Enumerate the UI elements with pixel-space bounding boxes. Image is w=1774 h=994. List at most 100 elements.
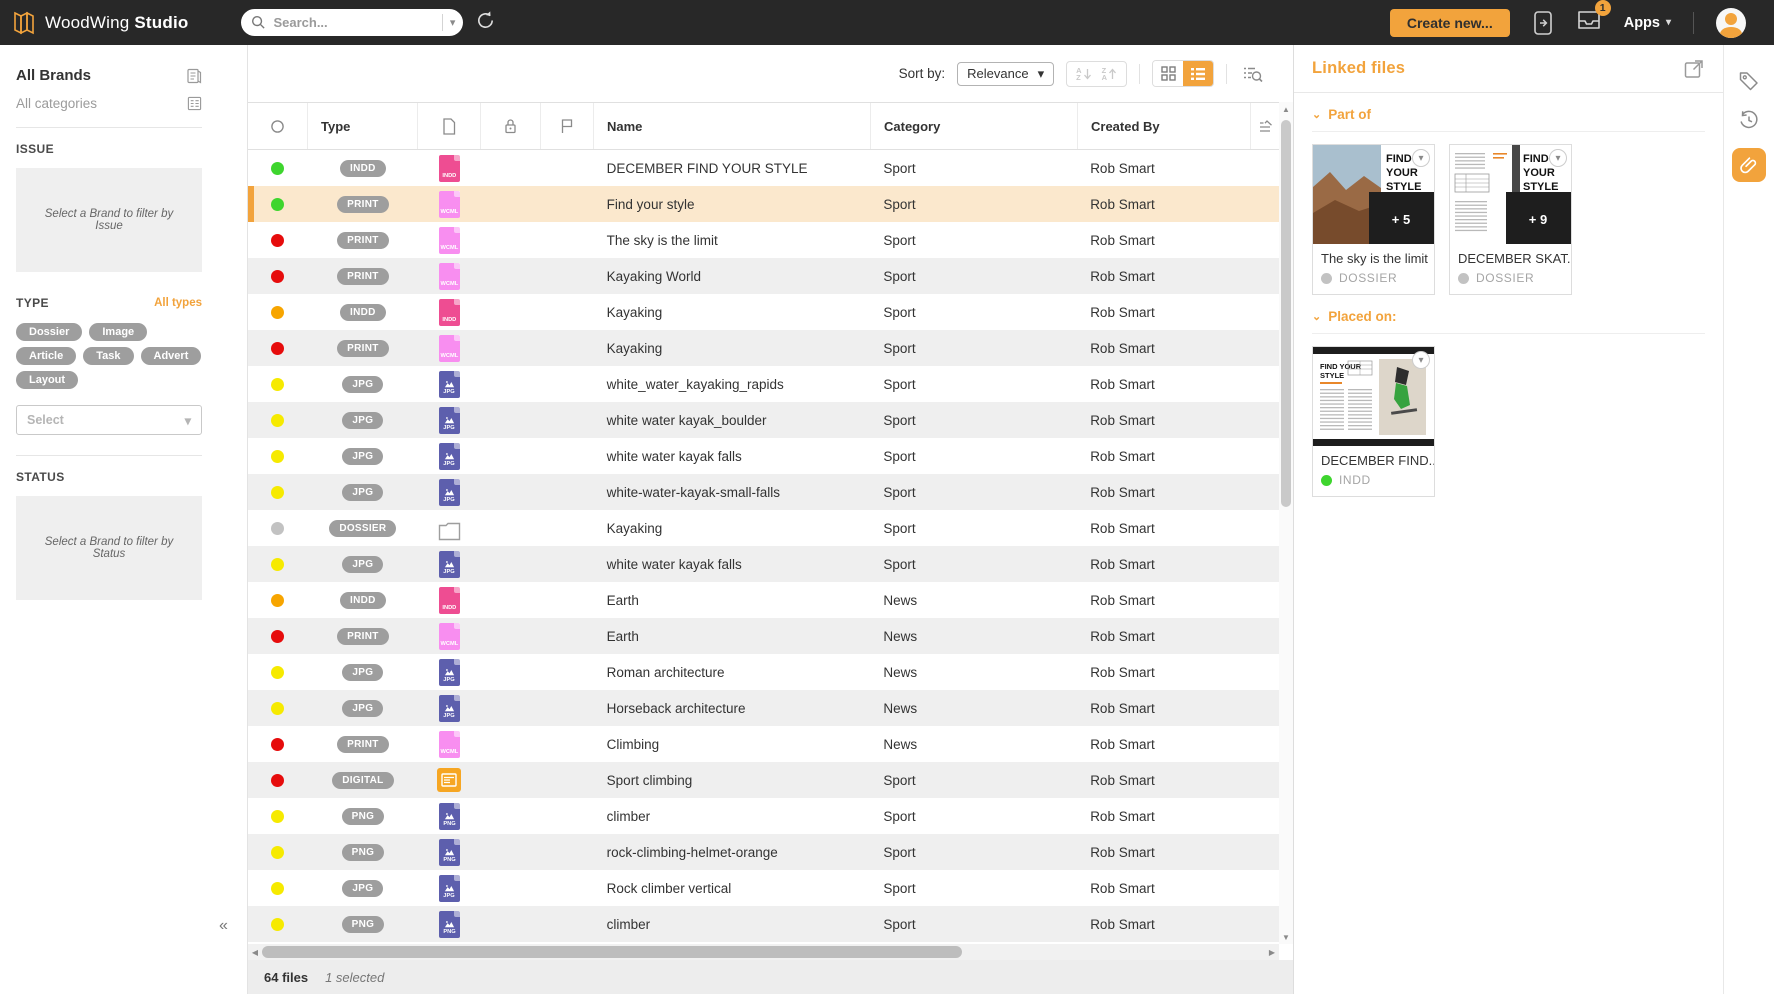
table-row[interactable]: INDDINDDEarthNewsRob Smart xyxy=(248,582,1279,618)
all-types-link[interactable]: All types xyxy=(154,297,202,309)
type-badge: PRINT xyxy=(337,268,389,285)
linked-file-card[interactable]: FINDYOURSTYLESUSAN+ 5▾The sky is the lim… xyxy=(1312,144,1435,295)
type-badge: DIGITAL xyxy=(332,772,393,789)
scroll-right-arrow[interactable]: ▶ xyxy=(1265,948,1279,957)
search-input[interactable] xyxy=(273,15,437,30)
file-name: Climbing xyxy=(594,737,871,752)
history-panel-button[interactable] xyxy=(1738,109,1760,131)
file-category: Sport xyxy=(870,809,1077,824)
table-row[interactable]: PRINTWCMLEarthNewsRob Smart xyxy=(248,618,1279,654)
grid-view-button[interactable] xyxy=(1153,61,1183,86)
table-row[interactable]: PRINTWCMLKayakingSportRob Smart xyxy=(248,330,1279,366)
section-placed-on[interactable]: ⌄ Placed on: xyxy=(1312,309,1705,324)
file-name: Kayaking xyxy=(594,341,871,356)
card-title: DECEMBER FIND... xyxy=(1313,446,1434,471)
linked-file-card[interactable]: FINDYOURSTYLESUSAN+ 9▾DECEMBER SKAT...DO… xyxy=(1449,144,1572,295)
file-name: Earth xyxy=(594,629,871,644)
table-row[interactable]: PNGPNGrock-climbing-helmet-orangeSportRo… xyxy=(248,834,1279,870)
vertical-scrollbar[interactable]: ▲ ▼ xyxy=(1279,102,1293,944)
search-box[interactable]: ▾ xyxy=(241,9,463,36)
scroll-left-arrow[interactable]: ◀ xyxy=(248,948,262,957)
file-name: Kayaking World xyxy=(594,269,871,284)
card-status-dot xyxy=(1321,273,1332,284)
wcml-file-icon: WCML xyxy=(439,263,460,290)
table-row[interactable]: PRINTWCMLFind your styleSportRob Smart xyxy=(248,186,1279,222)
table-row[interactable]: PRINTWCMLThe sky is the limitSportRob Sm… xyxy=(248,222,1279,258)
card-menu-chevron[interactable]: ▾ xyxy=(1412,149,1430,167)
scroll-up-arrow[interactable]: ▲ xyxy=(1279,102,1293,116)
table-row[interactable]: JPGJPGwhite water kayak fallsSportRob Sm… xyxy=(248,546,1279,582)
table-row[interactable]: JPGJPGwhite_water_kayaking_rapidsSportRo… xyxy=(248,366,1279,402)
table-row[interactable]: JPGJPGwhite water kayak fallsSportRob Sm… xyxy=(248,438,1279,474)
open-in-new-icon[interactable] xyxy=(1683,58,1705,80)
table-row[interactable]: PNGPNGclimberSportRob Smart xyxy=(248,798,1279,834)
file-name: white_water_kayaking_rapids xyxy=(594,377,871,392)
column-created-by[interactable]: Created By xyxy=(1078,103,1251,149)
brand-icon[interactable] xyxy=(186,68,202,84)
list-view-button[interactable] xyxy=(1183,61,1213,86)
card-thumbnail[interactable]: FINDYOURSTYLESUSAN+ 9▾ xyxy=(1450,145,1571,244)
type-badge: JPG xyxy=(342,412,383,429)
type-select[interactable]: Select ▾ xyxy=(16,405,202,435)
chip-image[interactable]: Image xyxy=(89,323,147,341)
category-selector[interactable]: All categories xyxy=(16,96,97,111)
status-dot xyxy=(271,486,284,499)
sidebar-collapse-button[interactable]: « xyxy=(219,917,228,935)
column-name[interactable]: Name xyxy=(594,103,871,149)
card-thumbnail[interactable]: FIND YOURSTYLE▾ xyxy=(1313,347,1434,446)
scroll-down-arrow[interactable]: ▼ xyxy=(1279,930,1293,944)
table-row[interactable]: DIGITALSport climbingSportRob Smart xyxy=(248,762,1279,798)
indd-file-icon: INDD xyxy=(439,299,460,326)
column-type[interactable]: Type xyxy=(308,103,418,149)
chip-task[interactable]: Task xyxy=(83,347,133,365)
column-flag[interactable] xyxy=(541,103,594,149)
chip-dossier[interactable]: Dossier xyxy=(16,323,82,341)
table-row[interactable]: INDDINDDDECEMBER FIND YOUR STYLESportRob… xyxy=(248,150,1279,186)
view-toggle xyxy=(1152,60,1214,87)
sort-ascending-button[interactable]: AZ xyxy=(1076,67,1091,81)
vertical-scroll-thumb[interactable] xyxy=(1281,120,1291,507)
card-menu-chevron[interactable]: ▾ xyxy=(1412,351,1430,369)
column-settings-button[interactable] xyxy=(1251,103,1280,149)
column-category[interactable]: Category xyxy=(871,103,1078,149)
table-row[interactable]: JPGJPGwhite-water-kayak-small-fallsSport… xyxy=(248,474,1279,510)
table-row[interactable]: JPGJPGwhite water kayak_boulderSportRob … xyxy=(248,402,1279,438)
horizontal-scroll-thumb[interactable] xyxy=(262,946,962,958)
apps-menu[interactable]: Apps▾ xyxy=(1624,15,1671,31)
user-avatar[interactable] xyxy=(1716,8,1746,38)
chip-advert[interactable]: Advert xyxy=(141,347,202,365)
table-row[interactable]: JPGJPGRock climber verticalSportRob Smar… xyxy=(248,870,1279,906)
categories-icon[interactable] xyxy=(187,96,202,111)
table-row[interactable]: JPGJPGRoman architectureNewsRob Smart xyxy=(248,654,1279,690)
export-icon[interactable] xyxy=(1532,10,1554,36)
column-locked[interactable] xyxy=(481,103,541,149)
refresh-icon[interactable] xyxy=(475,10,496,36)
table-row[interactable]: INDDINDDKayakingSportRob Smart xyxy=(248,294,1279,330)
file-created-by: Rob Smart xyxy=(1077,413,1250,428)
horizontal-scrollbar[interactable]: ◀ ▶ xyxy=(248,944,1279,960)
search-scope-dropdown[interactable]: ▾ xyxy=(450,16,456,29)
table-row[interactable]: PRINTWCMLKayaking WorldSportRob Smart xyxy=(248,258,1279,294)
chip-layout[interactable]: Layout xyxy=(16,371,78,389)
file-name: The sky is the limit xyxy=(594,233,871,248)
linked-files-panel-button[interactable] xyxy=(1732,148,1766,182)
table-row[interactable]: JPGJPGHorseback architectureNewsRob Smar… xyxy=(248,690,1279,726)
tags-panel-button[interactable] xyxy=(1738,70,1760,92)
create-new-button[interactable]: Create new... xyxy=(1390,9,1510,37)
type-badge: JPG xyxy=(342,664,383,681)
sort-descending-button[interactable]: ZA xyxy=(1102,67,1117,81)
table-row[interactable]: PNGPNGclimberSportRob Smart xyxy=(248,906,1279,942)
card-menu-chevron[interactable]: ▾ xyxy=(1549,149,1567,167)
card-thumbnail[interactable]: FINDYOURSTYLESUSAN+ 5▾ xyxy=(1313,145,1434,244)
linked-file-card[interactable]: FIND YOURSTYLE▾DECEMBER FIND...INDD xyxy=(1312,346,1435,497)
column-status[interactable] xyxy=(248,103,308,149)
chip-article[interactable]: Article xyxy=(16,347,76,365)
inbox-tray[interactable]: 1 xyxy=(1576,8,1602,37)
sort-select[interactable]: Relevance ▾ xyxy=(957,62,1054,86)
section-part-of[interactable]: ⌄ Part of xyxy=(1312,107,1705,122)
column-file-format[interactable] xyxy=(418,103,481,149)
brand-selector[interactable]: All Brands xyxy=(16,67,91,84)
table-row[interactable]: PRINTWCMLClimbingNewsRob Smart xyxy=(248,726,1279,762)
detail-view-button[interactable] xyxy=(1239,61,1267,86)
table-row[interactable]: DOSSIERKayakingSportRob Smart xyxy=(248,510,1279,546)
